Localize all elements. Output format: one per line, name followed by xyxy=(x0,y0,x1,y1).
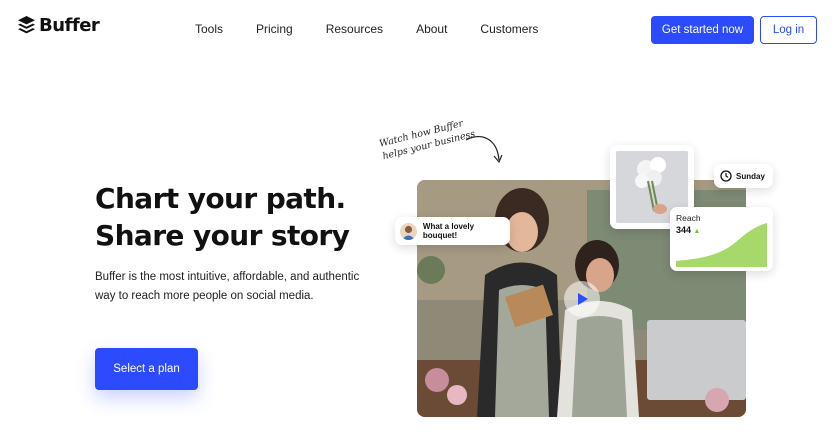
site-header: Buffer Tools Pricing Resources About Cus… xyxy=(0,0,840,60)
buffer-logo-icon xyxy=(18,16,35,34)
play-button[interactable] xyxy=(564,281,600,317)
curved-arrow-icon xyxy=(465,136,503,164)
schedule-card: Sunday xyxy=(714,164,773,188)
reach-card: Reach 344 ▲ xyxy=(670,207,773,271)
buffer-logo[interactable]: Buffer xyxy=(18,15,100,36)
main-nav: Tools Pricing Resources About Customers xyxy=(195,22,571,36)
brand-name: Buffer xyxy=(39,15,100,36)
get-started-button[interactable]: Get started now xyxy=(651,16,754,44)
reach-area-chart xyxy=(676,223,767,267)
nav-resources[interactable]: Resources xyxy=(326,22,383,36)
play-icon xyxy=(578,293,588,305)
nav-about[interactable]: About xyxy=(416,22,447,36)
select-plan-button[interactable]: Select a plan xyxy=(95,348,198,390)
avatar xyxy=(400,222,417,240)
nav-customers[interactable]: Customers xyxy=(480,22,538,36)
nav-tools[interactable]: Tools xyxy=(195,22,223,36)
login-button[interactable]: Log in xyxy=(760,16,817,44)
schedule-day: Sunday xyxy=(736,171,765,181)
clock-icon xyxy=(720,170,732,182)
hero-title: Chart your path. Share your story xyxy=(95,180,350,254)
comment-card: What a lovely bouquet! xyxy=(395,217,510,245)
comment-text: What a lovely bouquet! xyxy=(422,222,475,240)
watch-note: Watch how Buffer helps your business xyxy=(378,115,477,163)
hero-subtitle: Buffer is the most intuitive, affordable… xyxy=(95,271,360,302)
hero-title-line-1: Chart your path. xyxy=(95,182,346,215)
nav-pricing[interactable]: Pricing xyxy=(256,22,293,36)
hero-title-line-2: Share your story xyxy=(95,219,350,252)
